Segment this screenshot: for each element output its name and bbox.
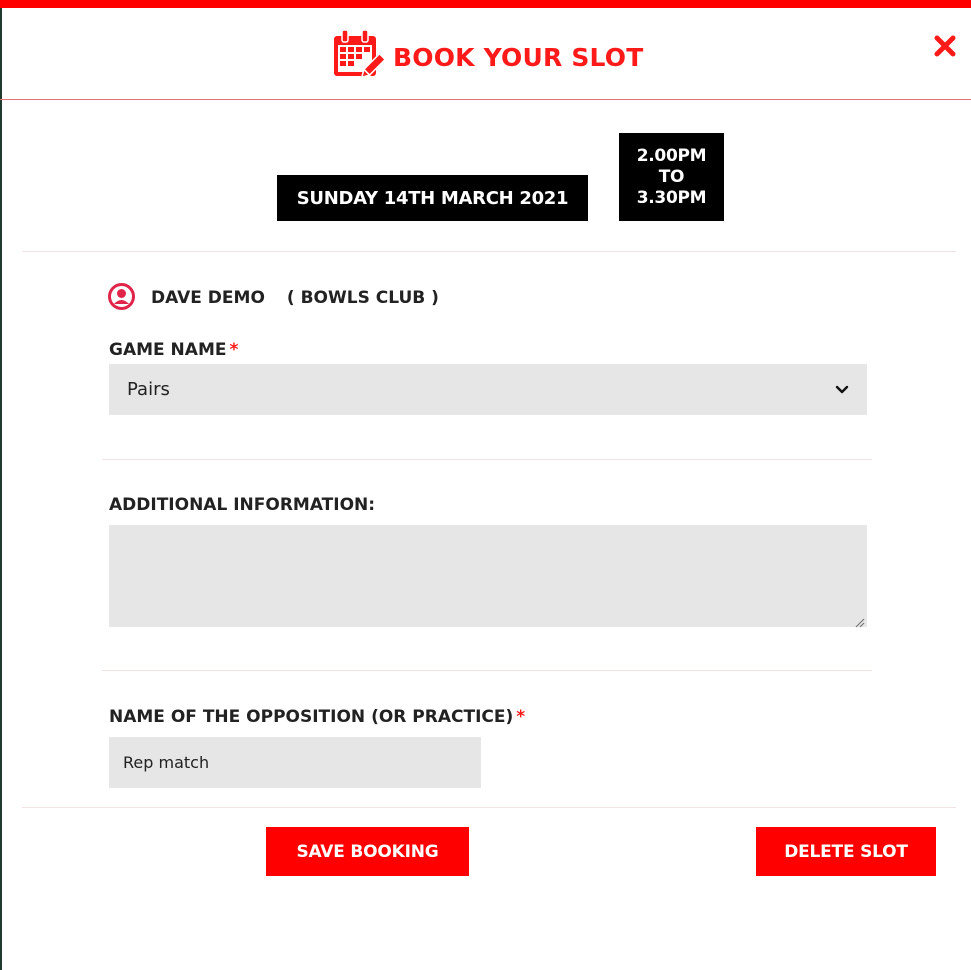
opposition-label: NAME OF THE OPPOSITION (OR PRACTICE) * — [109, 707, 525, 727]
game-name-label-text: GAME NAME — [109, 340, 227, 360]
booking-user: DAVE DEMO ( BOWLS CLUB ) — [108, 282, 439, 314]
save-booking-button[interactable]: SAVE BOOKING — [266, 827, 469, 876]
modal-top-accent-bar — [0, 0, 971, 8]
additional-info-textarea[interactable] — [109, 525, 867, 627]
booking-modal: BOOK YOUR SLOT SUNDAY 14TH MARCH 2021 2.… — [0, 0, 971, 970]
required-marker: * — [229, 340, 239, 360]
close-icon — [934, 35, 956, 61]
game-name-label: GAME NAME * — [109, 340, 238, 360]
slot-time-separator: TO — [658, 166, 685, 187]
slot-time-start: 2.00PM — [636, 145, 707, 166]
close-button[interactable] — [931, 34, 959, 62]
slot-time-badge: 2.00PM TO 3.30PM — [619, 133, 724, 221]
opposition-input[interactable] — [109, 737, 481, 788]
user-name: DAVE DEMO — [151, 288, 265, 308]
slot-time-end: 3.30PM — [636, 187, 707, 208]
modal-header: BOOK YOUR SLOT — [0, 8, 971, 100]
additional-info-label: ADDITIONAL INFORMATION: — [109, 495, 376, 515]
opposition-label-text: NAME OF THE OPPOSITION (OR PRACTICE) — [109, 707, 514, 727]
divider — [22, 251, 956, 252]
game-name-select[interactable]: Pairs — [109, 364, 867, 415]
resize-grip-icon[interactable] — [853, 613, 865, 628]
modal-title-group: BOOK YOUR SLOT — [331, 28, 644, 86]
divider — [22, 807, 956, 808]
delete-slot-button[interactable]: DELETE SLOT — [756, 827, 936, 876]
user-icon — [108, 282, 135, 314]
chevron-down-icon — [835, 380, 849, 399]
game-name-selected-value: Pairs — [127, 379, 170, 400]
club-name: ( BOWLS CLUB ) — [286, 288, 439, 308]
calendar-edit-icon — [331, 28, 387, 86]
backdrop-edge — [0, 0, 2, 970]
divider — [102, 459, 872, 460]
required-marker: * — [516, 707, 526, 727]
divider — [102, 670, 872, 671]
modal-title: BOOK YOUR SLOT — [393, 42, 644, 72]
slot-date-badge: SUNDAY 14TH MARCH 2021 — [277, 175, 588, 221]
